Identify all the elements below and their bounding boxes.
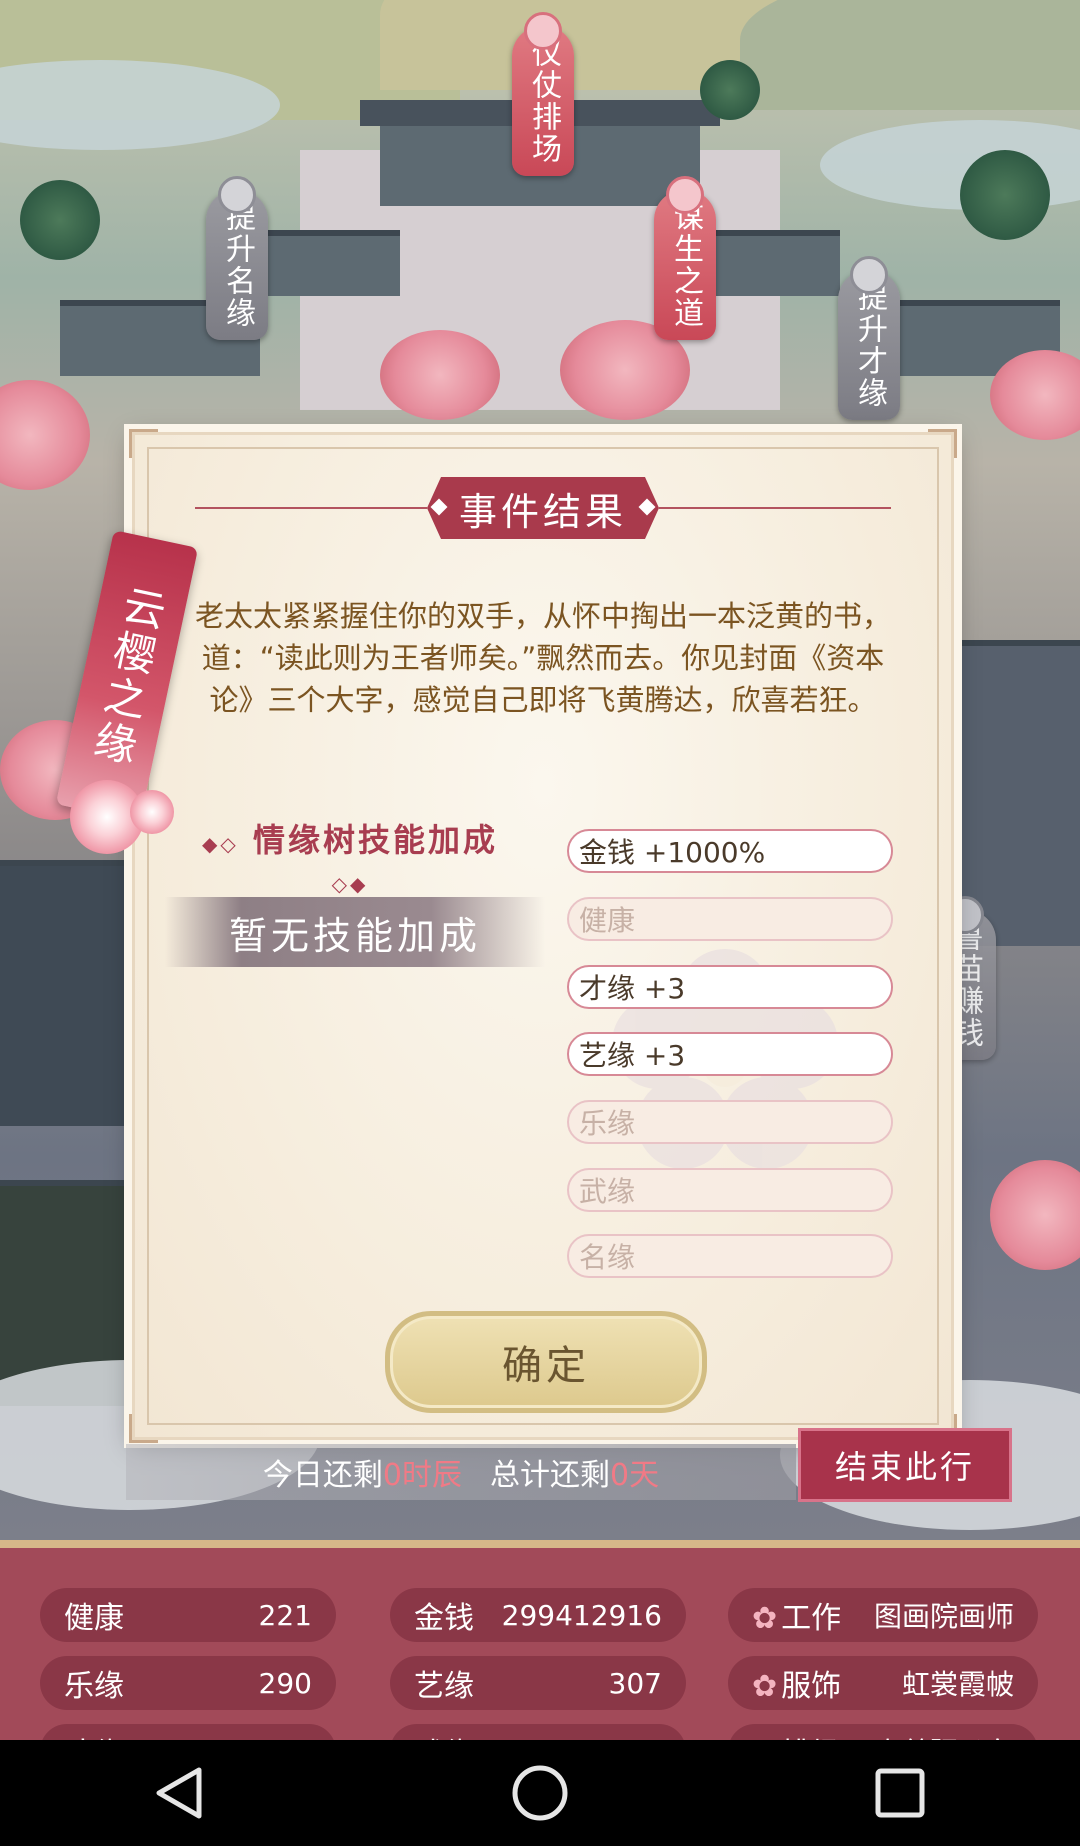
back-button[interactable] (135, 1748, 225, 1838)
recents-button[interactable] (855, 1748, 945, 1838)
stat-money: 金钱 299412916 (390, 1588, 686, 1642)
corner-ornament (129, 429, 158, 458)
blossom-icon: ✿ (752, 1601, 778, 1636)
blossom-icon: ✿ (752, 1669, 778, 1704)
attr-art: 艺缘 +3 (567, 1032, 893, 1076)
home-button[interactable] (495, 1748, 585, 1838)
no-skill-bonus-label: 暂无技能加成 (165, 897, 545, 967)
confirm-button[interactable]: 确定 (385, 1311, 707, 1413)
stat-job: ✿ 工作 图画院画师 (728, 1588, 1038, 1642)
attr-fame: 名缘 (567, 1234, 893, 1278)
banner-ceremony[interactable]: 仪仗排场 (512, 12, 574, 176)
diamond-icon: ◆◇ (202, 832, 239, 856)
diamond-icon: ◇◆ (331, 872, 369, 896)
attr-money: 金钱 +1000% (567, 829, 893, 873)
banner-livelihood[interactable]: 谋生之道 (654, 176, 716, 340)
time-remaining-bar: 今日还剩0时辰 总计还剩0天 (126, 1444, 796, 1500)
attr-music: 乐缘 (567, 1100, 893, 1144)
back-triangle-icon (156, 1767, 202, 1819)
attr-talent: 才缘 +3 (567, 965, 893, 1009)
attr-martial: 武缘 (567, 1168, 893, 1212)
home-circle-icon (512, 1765, 568, 1821)
corner-ornament (129, 1414, 158, 1443)
system-navigation-bar (0, 1740, 1080, 1846)
banner-talent[interactable]: 提升才缘 (838, 256, 900, 420)
end-trip-button[interactable]: 结束此行 (798, 1428, 1012, 1502)
skill-bonus-title: ◆◇ 情缘树技能加成 ◇◆ (202, 821, 498, 896)
stat-health: 健康 221 (40, 1588, 336, 1642)
dialog-title: 事件结果 (427, 477, 659, 539)
stat-outfit: ✿ 服饰 虹裳霞帔 (728, 1656, 1038, 1710)
title-divider (195, 507, 427, 509)
stat-music: 乐缘 290 (40, 1656, 336, 1710)
stat-art: 艺缘 307 (390, 1656, 686, 1710)
corner-ornament (928, 429, 957, 458)
event-result-dialog: 事件结果 老太太紧紧握住你的双手，从怀中掏出一本泛黄的书，道：“读此则为王者师矣… (129, 429, 957, 1443)
banner-fame[interactable]: 提升名缘 (206, 176, 268, 340)
event-story-text: 老太太紧紧握住你的双手，从怀中掏出一本泛黄的书，道：“读此则为王者师矣。”飘然而… (195, 599, 892, 717)
knot-icon (524, 12, 562, 50)
today-remaining: 今日还剩0时辰 (262, 1458, 462, 1493)
stats-panel: 健康 221 金钱 299412916 ✿ 工作 图画院画师 乐缘 290 艺缘 307 ✿… (0, 1540, 1080, 1748)
recents-square-icon (875, 1768, 925, 1818)
title-divider (659, 507, 891, 509)
knot-icon (666, 176, 704, 214)
blossom-icon (130, 790, 174, 834)
attr-health: 健康 (567, 897, 893, 941)
total-remaining: 总计还剩0天 (490, 1458, 660, 1493)
knot-icon (850, 256, 888, 294)
knot-icon (218, 176, 256, 214)
